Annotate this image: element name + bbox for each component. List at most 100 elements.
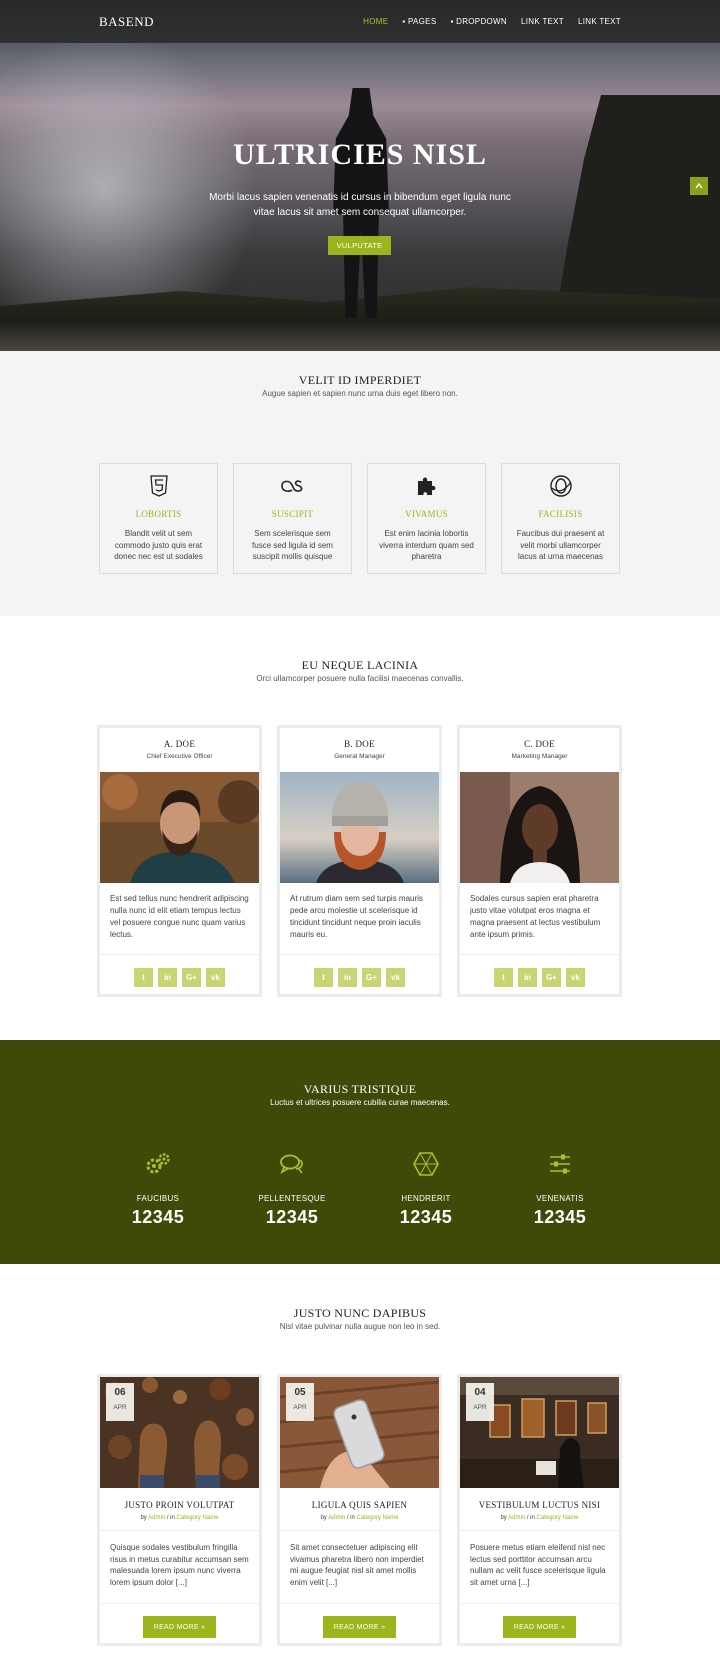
chevron-up-icon (695, 183, 703, 189)
member-name: A. DOE (163, 739, 196, 749)
feature-card: VIVAMUS Est enim lacinia lobortis viverr… (367, 463, 486, 574)
post-title[interactable]: JUSTO PROIN VOLUTPAT (100, 1500, 259, 1510)
nav-item-link-2[interactable]: LINK TEXT (578, 17, 621, 26)
meta-by: by (500, 1515, 507, 1521)
hero-subtitle: Morbi lacus sapien venenatis id cursus i… (209, 192, 511, 218)
read-more-button[interactable]: READ MORE » (143, 1616, 216, 1638)
google-plus-icon[interactable]: G+ (542, 968, 561, 987)
stats-section: VARIUS TRISTIQUE Luctus et ultrices posu… (0, 1040, 720, 1264)
team-title: EU NEQUE LACINIA (301, 658, 419, 672)
feature-title: SUSCIPIT (271, 509, 314, 519)
blog-post-card: 04 APR VESTIBULUM LUCTUS NISI by Admin /… (457, 1374, 622, 1646)
features-subtitle: Augue sapien et sapien nunc urna duis eg… (262, 389, 458, 398)
blog-title: JUSTO NUNC DAPIBUS (293, 1306, 427, 1320)
post-excerpt: Quisque sodales vestibulum fringilla ris… (110, 1543, 249, 1587)
post-meta: by Admin / in Category Name (280, 1515, 439, 1521)
post-title[interactable]: LIGULA QUIS SAPIEN (280, 1500, 439, 1510)
post-month: APR (473, 1404, 487, 1411)
sliders-icon (546, 1150, 574, 1178)
lastfm-icon (281, 474, 305, 498)
top-navbar: BASEND HOME ▪ PAGES ▪ DROPDOWN LINK TEXT… (0, 0, 720, 43)
post-category-link[interactable]: Category Name (357, 1515, 399, 1521)
post-day: 05 (294, 1387, 306, 1398)
nav-item-pages[interactable]: ▪ PAGES (402, 17, 436, 26)
post-category-link[interactable]: Category Name (537, 1515, 579, 1521)
meta-by: by (320, 1515, 327, 1521)
team-member-card: C. DOE Marketing Manager Sodales cursus … (457, 725, 622, 997)
puzzle-icon (415, 474, 439, 498)
stats-title: VARIUS TRISTIQUE (303, 1082, 417, 1096)
post-author-link[interactable]: Admin (148, 1515, 165, 1521)
stat-label: FAUCIBUS (136, 1194, 180, 1203)
divider (460, 1530, 619, 1531)
vk-icon[interactable]: vk (206, 968, 225, 987)
member-name: B. DOE (344, 739, 375, 749)
member-photo (100, 772, 259, 883)
social-links: t in G+ vk (280, 968, 439, 987)
hero-cta-button[interactable]: VULPUTATE (328, 236, 391, 255)
hexagon-icon (412, 1150, 440, 1178)
feature-title: FACILISIS (538, 509, 583, 519)
team-section: EU NEQUE LACINIA Orci ullamcorper posuer… (0, 616, 720, 1040)
meta-in: / in (346, 1515, 355, 1521)
linkedin-icon[interactable]: in (518, 968, 537, 987)
blog-post-card: 05 APR LIGULA QUIS SAPIEN by Admin / in … (277, 1374, 442, 1646)
member-bio: At rutrum diam sem sed turpis mauris ped… (290, 894, 423, 939)
stat-label: PELLENTESQUE (258, 1194, 326, 1203)
feature-title: VIVAMUS (405, 509, 448, 519)
read-more-button[interactable]: READ MORE » (323, 1616, 396, 1638)
feature-text: Est enim lacinia lobortis viverra interd… (379, 529, 474, 561)
post-date-badge: 06 APR (106, 1383, 134, 1421)
nav-item-home[interactable]: HOME (363, 17, 388, 26)
stat-value: 12345 (265, 1207, 319, 1227)
divider (280, 954, 439, 955)
member-role: General Manager (334, 753, 385, 760)
feature-text: Faucibus dui praesent at velit morbi ull… (516, 529, 605, 561)
member-role: Chief Executive Officer (146, 753, 213, 760)
feature-text: Sem scelerisque sem fusce sed ligula id … (252, 529, 333, 561)
team-member-card: A. DOE Chief Executive Officer Est sed t… (97, 725, 262, 997)
member-bio: Est sed tellus nunc hendrerit adipiscing… (110, 894, 249, 939)
vk-icon[interactable]: vk (386, 968, 405, 987)
read-more-button[interactable]: READ MORE » (503, 1616, 576, 1638)
linkedin-icon[interactable]: in (158, 968, 177, 987)
feature-card: LOBORTIS Blandit velit ut sem commodo ju… (99, 463, 218, 574)
comments-icon (278, 1150, 306, 1178)
feature-card: SUSCIPIT Sem scelerisque sem fusce sed l… (233, 463, 352, 574)
stat-label: VENENATIS (536, 1194, 584, 1203)
team-subtitle: Orci ullamcorper posuere nulla facilisi … (256, 674, 464, 683)
scroll-up-button[interactable] (690, 177, 708, 195)
post-author-link[interactable]: Admin (508, 1515, 525, 1521)
post-category-link[interactable]: Category Name (177, 1515, 219, 1521)
linkedin-icon[interactable]: in (338, 968, 357, 987)
site-logo[interactable]: BASEND (99, 14, 154, 30)
stat-value: 12345 (131, 1207, 185, 1227)
twitter-icon[interactable]: t (314, 968, 333, 987)
feature-title: LOBORTIS (135, 509, 182, 519)
vk-icon[interactable]: vk (566, 968, 585, 987)
post-day: 06 (114, 1387, 126, 1398)
twitter-icon[interactable]: t (134, 968, 153, 987)
google-plus-icon[interactable]: G+ (362, 968, 381, 987)
post-author-link[interactable]: Admin (328, 1515, 345, 1521)
nav-item-dropdown[interactable]: ▪ DROPDOWN (450, 17, 507, 26)
feature-card: FACILISIS Faucibus dui praesent at velit… (501, 463, 620, 574)
nav-item-link-1[interactable]: LINK TEXT (521, 17, 564, 26)
member-photo (460, 772, 619, 883)
feature-text: Blandit velit ut sem commodo justo quis … (114, 529, 203, 561)
post-title[interactable]: VESTIBULUM LUCTUS NISI (460, 1500, 619, 1510)
stat-item: HENDRERIT 12345 (359, 1150, 493, 1228)
divider (100, 1603, 259, 1604)
stats-subtitle: Luctus et ultrices posuere cubilia curae… (270, 1098, 450, 1107)
stat-item: PELLENTESQUE 12345 (225, 1150, 359, 1228)
features-title: VELIT ID IMPERDIET (298, 373, 422, 387)
divider (100, 954, 259, 955)
meta-in: / in (166, 1515, 175, 1521)
google-plus-icon[interactable]: G+ (182, 968, 201, 987)
divider (280, 1603, 439, 1604)
stat-item: FAUCIBUS 12345 (91, 1150, 225, 1228)
member-photo (280, 772, 439, 883)
post-excerpt: Sit amet consectetuer adipiscing elit vi… (290, 1543, 424, 1587)
twitter-icon[interactable]: t (494, 968, 513, 987)
divider (100, 1530, 259, 1531)
